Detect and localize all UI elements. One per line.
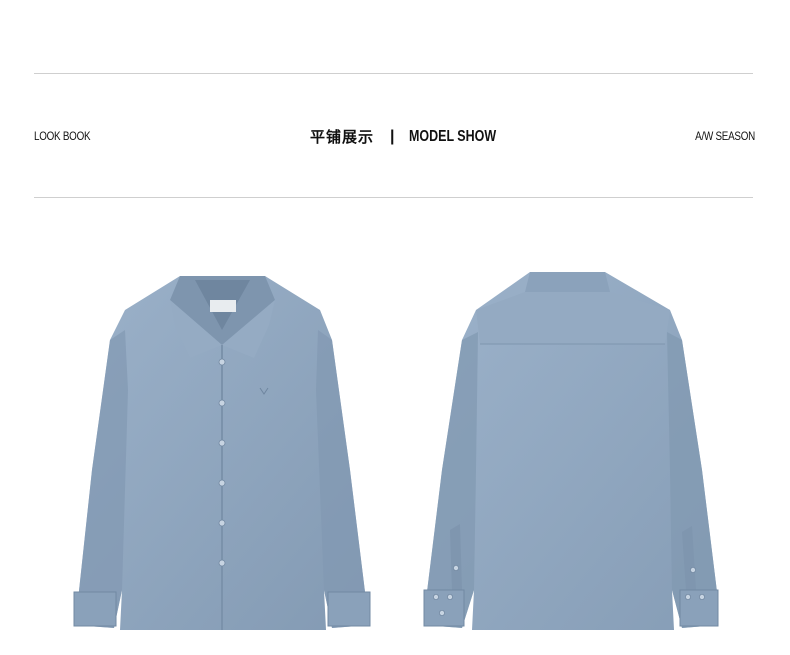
shirt-front-image: [70, 270, 375, 635]
section-title: 平铺展示 | MODEL SHOW: [310, 126, 520, 147]
top-divider: [34, 73, 753, 74]
shirt-back-image: [420, 270, 725, 635]
bottom-divider: [34, 197, 753, 198]
section-header: LOOK BOOK 平铺展示 | MODEL SHOW A/W SEASON: [34, 120, 755, 154]
look-book-label: LOOK BOOK: [34, 129, 91, 143]
title-english: MODEL SHOW: [408, 127, 496, 145]
title-separator: |: [390, 127, 395, 145]
season-label: A/W SEASON: [695, 129, 755, 143]
title-chinese: 平铺展示: [310, 129, 375, 146]
